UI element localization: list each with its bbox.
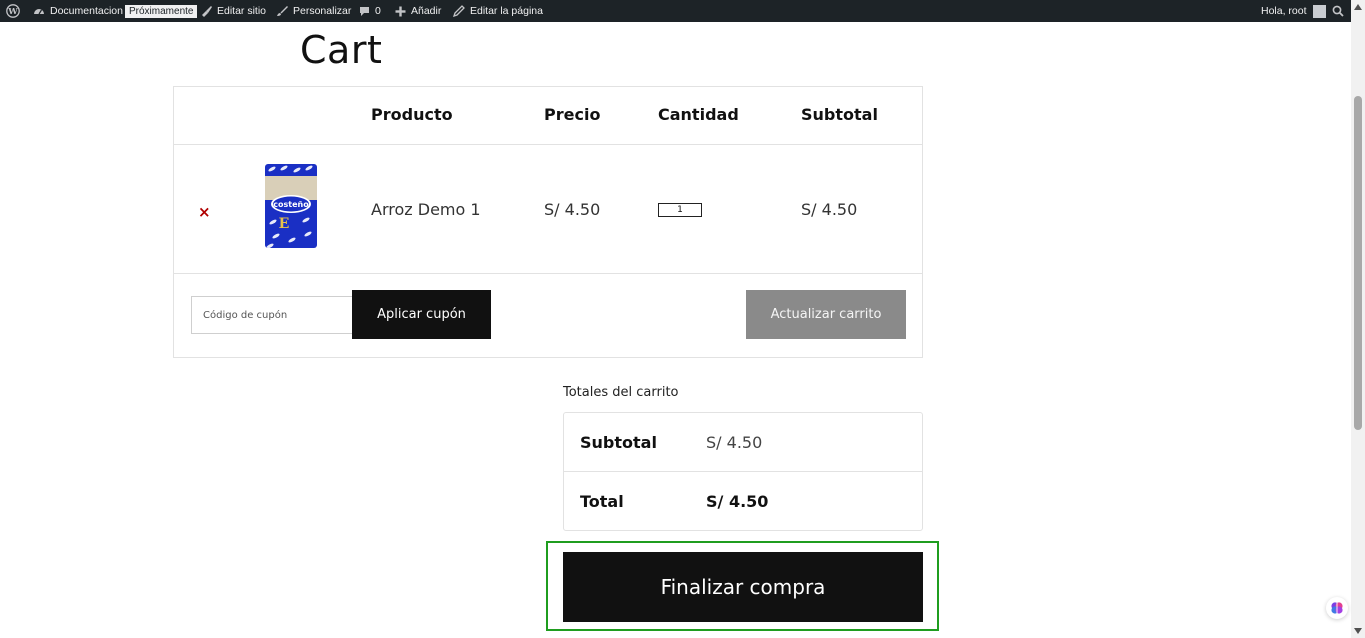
customize-link[interactable]: Personalizar [276, 0, 351, 22]
page-title: Cart [300, 28, 383, 72]
edit-site-label: Editar sitio [217, 5, 267, 17]
scroll-down-arrow-icon[interactable] [1354, 628, 1362, 634]
scrollbar-thumb[interactable] [1354, 96, 1362, 430]
site-name-label: Documentacion [50, 5, 123, 17]
dashboard-icon [33, 5, 45, 17]
total-label: Total [580, 492, 624, 511]
header-product: Producto [371, 105, 453, 124]
header-divider [174, 144, 922, 145]
edit-page-link[interactable]: Editar la página [453, 0, 543, 22]
cart-totals-table: Subtotal S/ 4.50 Total S/ 4.50 [563, 412, 923, 531]
coming-soon-label: Próximamente [125, 4, 198, 18]
svg-text:W: W [7, 7, 18, 17]
wordpress-logo-icon[interactable]: W [6, 0, 20, 22]
update-cart-button[interactable]: Actualizar carrito [746, 290, 906, 339]
checkout-button[interactable]: Finalizar compra [563, 552, 923, 622]
edit-page-label: Editar la página [470, 5, 543, 17]
greeting-label: Hola, root [1261, 5, 1307, 17]
brain-assistant-icon[interactable] [1326, 597, 1348, 619]
apply-coupon-button[interactable]: Aplicar cupón [352, 290, 491, 339]
svg-text:E: E [279, 216, 290, 232]
brush-icon [200, 5, 212, 17]
avatar [1312, 4, 1326, 18]
coming-soon-badge[interactable]: Próximamente [125, 0, 198, 22]
header-subtotal: Subtotal [801, 105, 878, 124]
page-scrollbar[interactable] [1351, 0, 1365, 638]
account-menu[interactable]: Hola, root [1261, 0, 1326, 22]
search-icon[interactable] [1332, 0, 1344, 22]
coupon-code-input[interactable]: Código de cupón [191, 296, 355, 334]
customize-label: Personalizar [293, 5, 352, 17]
product-image[interactable]: costeño E [264, 162, 318, 254]
remove-item-icon[interactable]: × [198, 203, 211, 221]
svg-text:costeño: costeño [273, 200, 309, 209]
add-new-link[interactable]: Añadir [395, 0, 441, 22]
site-name-link[interactable]: Documentacion [33, 0, 123, 22]
product-subtotal: S/ 4.50 [801, 200, 858, 219]
product-price: S/ 4.50 [544, 200, 601, 219]
comments-count: 0 [375, 5, 381, 17]
header-quantity: Cantidad [658, 105, 739, 124]
subtotal-value: S/ 4.50 [706, 433, 763, 452]
product-name-link[interactable]: Arroz Demo 1 [371, 200, 481, 219]
cart-table: Producto Precio Cantidad Subtotal × cost… [173, 86, 923, 358]
comments-link[interactable]: 0 [359, 0, 381, 22]
subtotal-label: Subtotal [580, 433, 657, 452]
item-divider [174, 273, 922, 274]
pencil-icon [453, 5, 465, 17]
add-new-label: Añadir [411, 5, 442, 17]
paintbrush-icon [276, 5, 288, 17]
admin-bar: W Documentacion Próximamente Editar siti… [0, 0, 1351, 22]
cart-totals-heading: Totales del carrito [563, 385, 679, 400]
scroll-up-arrow-icon[interactable] [1354, 4, 1362, 10]
header-price: Precio [544, 105, 601, 124]
quantity-input[interactable]: 1 [658, 203, 702, 217]
plus-icon [395, 6, 406, 17]
total-value: S/ 4.50 [706, 492, 769, 511]
comment-bubble-icon [359, 6, 370, 17]
totals-divider [564, 471, 922, 472]
edit-site-link[interactable]: Editar sitio [200, 0, 266, 22]
